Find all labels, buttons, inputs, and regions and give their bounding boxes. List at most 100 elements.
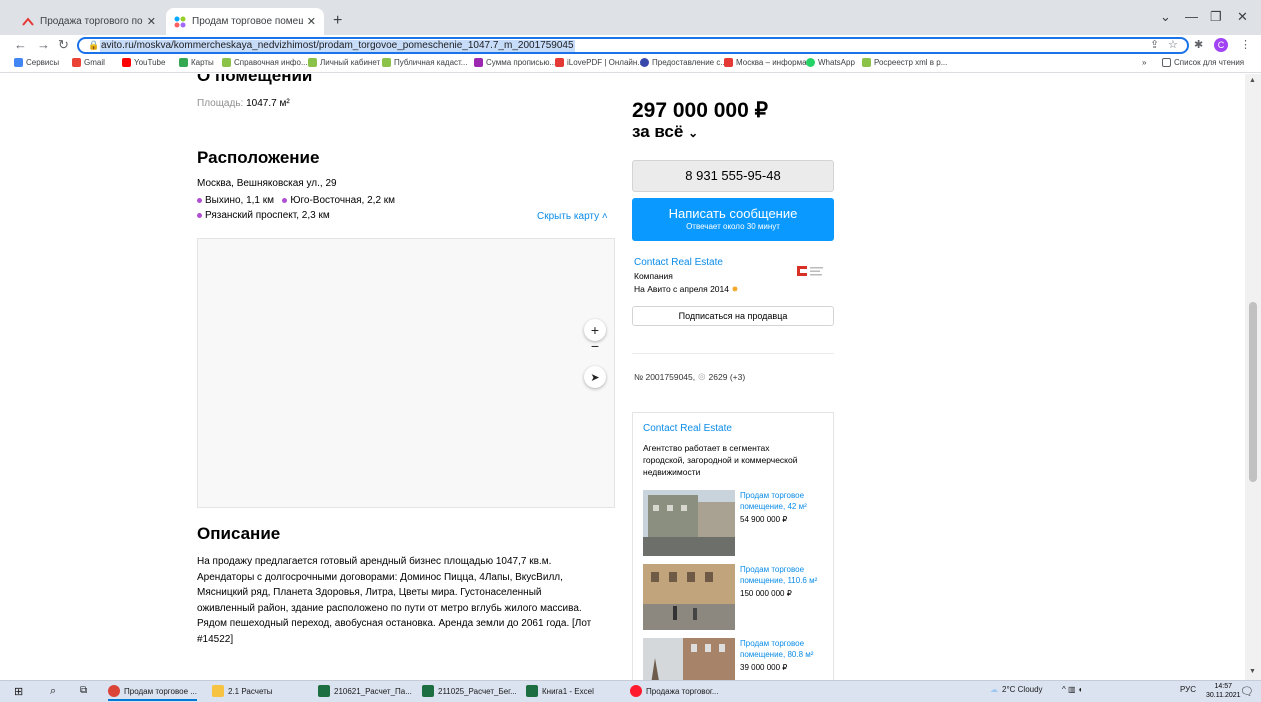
minimize-icon[interactable]: —	[1185, 9, 1198, 24]
seller-since-row: На Авито с апреля 2014 ✸	[634, 284, 739, 294]
notifications-button[interactable]: 🗨	[1240, 685, 1254, 698]
new-tab-button[interactable]: +	[333, 12, 342, 30]
page-scrollbar[interactable]: ▲ ▼	[1245, 74, 1261, 680]
reload-icon[interactable]: ↻	[58, 37, 69, 53]
bookmark-item[interactable]: Личный кабинет	[308, 58, 380, 67]
message-button-sub: Отвечает около 30 минут	[686, 222, 780, 231]
bookmark-item[interactable]: Справочная инфо...	[222, 58, 308, 67]
taskbar-app[interactable]: Продам торговое ...	[108, 685, 197, 701]
minus-icon: −	[590, 338, 600, 354]
price-mode-dropdown[interactable]: за всё ⌄	[632, 122, 698, 142]
bookmark-item[interactable]: Сервисы	[14, 58, 59, 67]
description-text: На продажу предлагается готовый арендный…	[197, 556, 592, 645]
write-message-button[interactable]: Написать сообщение Отвечает около 30 мин…	[632, 198, 834, 241]
scroll-thumb[interactable]	[1249, 302, 1257, 482]
listing-price: 39 000 000 ₽	[740, 663, 788, 672]
avito-favicon-icon	[174, 16, 186, 27]
reading-list-icon	[1162, 58, 1171, 67]
listing-photo[interactable]	[643, 490, 735, 556]
metro-name: Рязанский проспект	[205, 210, 297, 221]
location-heading: Расположение	[197, 148, 320, 167]
task-view-button[interactable]: ⧉	[80, 685, 87, 696]
divider	[632, 353, 834, 354]
scroll-down-icon[interactable]: ▼	[1249, 668, 1256, 675]
bookmark-item[interactable]: Gmail	[72, 58, 105, 67]
chevron-down-icon: ⌄	[688, 126, 699, 140]
document-icon	[474, 58, 483, 67]
taskbar-app[interactable]: 2.1 Расчеты	[212, 685, 273, 697]
subscribe-button[interactable]: Подписаться на продавца	[632, 306, 834, 326]
clock[interactable]: 14:57 30.11.2021	[1206, 682, 1241, 700]
ad-stats: № 2001759045, ◎ 2629 (+3)	[634, 371, 745, 382]
apps-grid-icon	[14, 58, 23, 67]
listing-title-link[interactable]: Продам торговое помещение, 110.6 м²	[740, 564, 830, 586]
close-tab-icon[interactable]: ✕	[307, 15, 316, 28]
location-arrow-icon: ➤	[590, 371, 600, 384]
url-text[interactable]: avito.ru/moskva/kommercheskaya_nedvizhim…	[100, 40, 575, 52]
ilovepdf-heart-icon	[555, 58, 564, 67]
language-indicator[interactable]: РУС	[1180, 685, 1196, 694]
map-area[interactable]: + − ➤	[197, 238, 615, 508]
close-window-icon[interactable]: ✕	[1237, 9, 1248, 25]
listing-photo[interactable]	[643, 564, 735, 630]
about-heading: О помещении	[197, 74, 313, 85]
listing-title-link[interactable]: Продам торговое помещение, 80.8 м²	[740, 638, 830, 660]
taskbar-app[interactable]: 211025_Расчет_Бег...	[422, 685, 517, 697]
bookmark-item[interactable]: Публичная кадаст...	[382, 58, 467, 67]
browser-tab-strip: Продажа торгового помещени ✕ Продам торг…	[0, 0, 1261, 35]
bookmark-item[interactable]: Росреестр xml в р...	[862, 58, 947, 67]
tray-icons[interactable]: ^ ▥ ◖	[1062, 685, 1083, 694]
forward-icon[interactable]: →	[37, 37, 50, 52]
avito-favicon-icon	[22, 16, 34, 26]
tab-inactive[interactable]: Продажа торгового помещени ✕	[14, 8, 164, 35]
agency-name-link[interactable]: Contact Real Estate	[643, 423, 732, 434]
area-row: Площадь: 1047.7 м²	[197, 98, 290, 109]
maximize-icon[interactable]: ❐	[1210, 9, 1222, 25]
start-button[interactable]: ⊞	[14, 685, 23, 698]
listing-photo[interactable]	[643, 638, 735, 680]
weather-widget[interactable]: ☁ 2°C Cloudy	[990, 685, 1043, 694]
search-button[interactable]: ⌕	[50, 685, 56, 698]
share-icon[interactable]: ⇪	[1150, 38, 1159, 51]
description-heading: Описание	[197, 524, 281, 543]
bookmark-item[interactable]: iLovePDF | Онлайн...	[555, 58, 644, 67]
cloud-icon: ☁	[990, 685, 998, 694]
address: Москва, Вешняковская ул., 29	[197, 178, 337, 189]
geolocate-button[interactable]: ➤	[584, 366, 606, 388]
hide-map-link[interactable]: Скрыть карту ˄	[537, 211, 608, 222]
bookmark-item[interactable]: Карты	[179, 58, 214, 67]
tab-title: Продам торговое помещение,	[192, 16, 303, 27]
extensions-icon[interactable]: ✱	[1194, 38, 1203, 51]
area-label: Площадь:	[197, 98, 244, 109]
bookmark-item[interactable]: YouTube	[122, 58, 165, 67]
taskbar-app[interactable]: Книга1 - Excel	[526, 685, 594, 697]
back-icon[interactable]: ←	[14, 37, 27, 52]
profile-avatar[interactable]: C	[1214, 38, 1228, 52]
close-tab-icon[interactable]: ✕	[147, 15, 156, 28]
tab-active[interactable]: Продам торговое помещение, ✕	[166, 8, 324, 35]
show-phone-button[interactable]: 8 931 555-95-48	[632, 160, 834, 192]
menu-icon[interactable]: ⋮	[1240, 38, 1251, 51]
zoom-out-button[interactable]: −	[584, 335, 606, 357]
metro-row: Рязанский проспект, 2,3 км	[197, 210, 330, 221]
scroll-up-icon[interactable]: ▲	[1249, 77, 1256, 84]
bookmark-item[interactable]: Сумма прописью...	[474, 58, 556, 67]
seller-name-link[interactable]: Contact Real Estate	[634, 257, 723, 268]
lock-icon: 🔒	[88, 40, 100, 50]
listing-title-link[interactable]: Продам торговое помещение, 42 м²	[740, 490, 830, 512]
whatsapp-icon	[806, 58, 815, 67]
taskbar-app[interactable]: 210621_Расчет_Па...	[318, 685, 412, 697]
taskbar-app[interactable]: Продажа торговог...	[630, 685, 719, 697]
bookmark-item[interactable]: Предоставление с...	[640, 58, 727, 67]
tab-search-icon[interactable]: ⌄	[1160, 9, 1171, 25]
bookmarks-overflow[interactable]: »	[1142, 58, 1146, 67]
rosreestr-icon	[862, 58, 871, 67]
reading-list[interactable]: Список для чтения	[1162, 58, 1244, 67]
seller-logo-icon[interactable]	[797, 264, 825, 278]
search-icon: ⌕	[50, 685, 57, 697]
address-bar[interactable]: 🔒 avito.ru/moskva/kommercheskaya_nedvizh…	[77, 37, 1189, 54]
bookmark-item[interactable]: Москва – информа...	[724, 58, 813, 67]
bookmark-star-icon[interactable]: ☆	[1168, 38, 1178, 51]
bookmark-item[interactable]: WhatsApp	[806, 58, 855, 67]
metro-name: Юго-Восточная	[290, 195, 362, 206]
